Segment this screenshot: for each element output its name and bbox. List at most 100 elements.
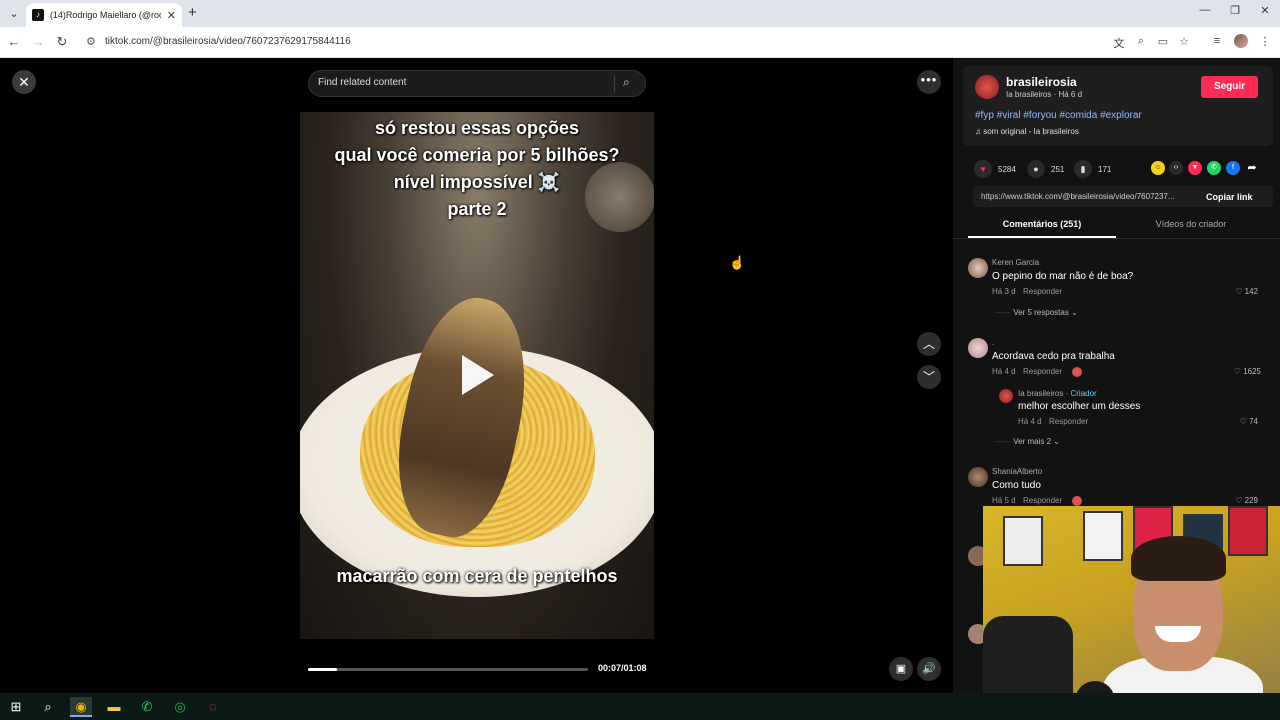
- reply-likes[interactable]: ♡ 74: [1208, 417, 1258, 426]
- comment-text: O pepino do mar não é de boa?: [992, 271, 1134, 282]
- person-hair: [1131, 536, 1226, 581]
- comment-time: Há 5 d: [992, 496, 1016, 505]
- mouse-cursor-icon: ☝: [729, 255, 746, 270]
- tab-list-chevron-icon[interactable]: ⌄: [5, 5, 23, 23]
- share-link[interactable]: https://www.tiktok.com/@brasileirosia/vi…: [981, 192, 1196, 201]
- video-progress-bar[interactable]: [308, 668, 588, 671]
- url-text[interactable]: tiktok.com/@brasileirosia/video/76072376…: [105, 36, 351, 47]
- play-icon[interactable]: [462, 355, 494, 395]
- wall-poster: [1083, 511, 1123, 561]
- tab-close-icon[interactable]: ✕: [167, 9, 176, 22]
- sound-line[interactable]: ♫ som original - Ia brasileiros: [975, 127, 1079, 136]
- media-queue-icon[interactable]: ≡: [1210, 35, 1224, 47]
- forward-arrow-icon[interactable]: →: [30, 34, 46, 49]
- whatsapp-taskbar-icon[interactable]: ✆: [136, 697, 158, 717]
- share-arrow-icon[interactable]: ➦: [1245, 161, 1259, 175]
- view-more-replies-button[interactable]: —— Ver mais 2 ⌄: [995, 437, 1060, 446]
- windows-start-icon[interactable]: ⊞: [5, 697, 27, 717]
- comment-user[interactable]: .: [992, 338, 994, 347]
- video-caption-line-2: qual você comeria por 5 bilhões?: [334, 145, 620, 165]
- emoji-share-icon[interactable]: ☺: [1151, 161, 1165, 175]
- hashtags[interactable]: #fyp #viral #foryou #comida #explorar: [975, 110, 1142, 121]
- profile-avatar[interactable]: [1234, 34, 1248, 48]
- tab-comments[interactable]: Comentários (251): [968, 219, 1116, 229]
- bookmark-icon: ▮: [1074, 160, 1092, 178]
- next-video-chevron-down-icon[interactable]: ﹀: [917, 365, 941, 389]
- send-icon[interactable]: ▼: [1188, 161, 1202, 175]
- creator-liked-avatar: [1072, 367, 1082, 377]
- reply-avatar[interactable]: [999, 389, 1013, 403]
- comment-likes[interactable]: ♡ 1625: [1211, 367, 1261, 376]
- restore-icon[interactable]: ❐: [1220, 4, 1250, 17]
- wall-poster: [1228, 506, 1268, 556]
- zoom-icon[interactable]: ⌕: [1134, 35, 1148, 48]
- back-arrow-icon[interactable]: ←: [6, 34, 22, 49]
- window-close-icon[interactable]: ✕: [1250, 4, 1280, 17]
- follow-button[interactable]: Seguir: [1201, 76, 1258, 98]
- taskbar-search-icon[interactable]: ⌕: [37, 697, 59, 717]
- whatsapp-icon[interactable]: ✆: [1207, 161, 1221, 175]
- tab-creator-videos[interactable]: Vídeos do criador: [1117, 219, 1265, 229]
- translate-icon[interactable]: 文: [1112, 35, 1126, 51]
- reply-button[interactable]: Responder: [1023, 367, 1062, 376]
- comment-stat[interactable]: ● 251: [1027, 160, 1064, 178]
- reload-icon[interactable]: ↻: [54, 34, 70, 50]
- windows-taskbar: ⊞ ⌕ ◉ ▬ ✆ ◎ ◌: [0, 693, 1280, 720]
- search-input[interactable]: [318, 77, 608, 88]
- heart-icon: ♥: [974, 160, 992, 178]
- copy-link-button[interactable]: Copiar link: [1206, 192, 1253, 202]
- heart-outline-icon: ♡: [1233, 367, 1244, 376]
- video-player[interactable]: só restou essas opções qual você comeria…: [300, 112, 654, 639]
- browser-menu-icon[interactable]: ⋮: [1258, 35, 1272, 48]
- more-options-icon[interactable]: •••: [917, 70, 941, 94]
- file-explorer-icon[interactable]: ▬: [103, 697, 125, 717]
- reply-button[interactable]: Responder: [1023, 287, 1062, 296]
- author-name[interactable]: brasileirosia: [1006, 75, 1077, 89]
- app-taskbar-icon[interactable]: ◌: [202, 697, 224, 717]
- close-video-icon[interactable]: ✕: [12, 70, 36, 94]
- floating-player-icon[interactable]: ▣: [889, 657, 913, 681]
- chrome-icon[interactable]: ◉: [70, 697, 92, 717]
- previous-video-chevron-up-icon[interactable]: ︿: [917, 332, 941, 356]
- site-settings-icon[interactable]: ⚙: [86, 35, 96, 48]
- comment-user[interactable]: Keren Garcia: [992, 258, 1039, 267]
- save-stat[interactable]: ▮ 171: [1074, 160, 1111, 178]
- minimize-icon[interactable]: —: [1190, 4, 1220, 16]
- creator-liked-avatar: [1072, 496, 1082, 506]
- new-tab-plus-icon[interactable]: +: [188, 4, 197, 21]
- comment-likes[interactable]: ♡ 142: [1208, 287, 1258, 296]
- bookmark-star-icon[interactable]: ☆: [1177, 35, 1191, 48]
- tab-divider: [953, 238, 1280, 239]
- save-count: 171: [1098, 164, 1112, 174]
- cast-icon[interactable]: ▭: [1156, 35, 1170, 48]
- commenter-avatar[interactable]: [968, 338, 988, 358]
- view-replies-button[interactable]: —— Ver 5 respostas ⌄: [995, 308, 1078, 317]
- embed-code-icon[interactable]: ‹›: [1169, 161, 1183, 175]
- like-count: 5284: [998, 164, 1016, 174]
- chevron-down-icon: ⌄: [1071, 308, 1078, 317]
- browser-tab[interactable]: ♪ (14)Rodrigo Maiellaro (@rodrig ✕: [26, 3, 182, 27]
- sound-name: som original - Ia brasileiros: [983, 127, 1079, 136]
- video-caption-line-4: parte 2: [447, 199, 507, 219]
- commenter-avatar[interactable]: [968, 467, 988, 487]
- author-subtitle: Ia brasileiros · Há 6 d: [1006, 90, 1083, 99]
- author-avatar[interactable]: [975, 75, 999, 99]
- volume-icon[interactable]: 🔊: [917, 657, 941, 681]
- like-stat[interactable]: ♥ 5284: [974, 160, 1016, 178]
- comment-text: Como tudo: [992, 480, 1041, 491]
- reply-time: Há 4 d: [1018, 417, 1042, 426]
- comment-user[interactable]: ShaniaAlberto: [992, 467, 1042, 476]
- heart-outline-icon: ♡: [1239, 417, 1250, 426]
- reply-button[interactable]: Responder: [1049, 417, 1088, 426]
- spotify-icon[interactable]: ◎: [169, 697, 191, 717]
- facebook-icon[interactable]: f: [1226, 161, 1240, 175]
- reply-button[interactable]: Responder: [1023, 496, 1062, 505]
- search-bar: ⌕: [308, 70, 646, 97]
- comment-likes[interactable]: ♡ 229: [1208, 496, 1258, 505]
- search-icon[interactable]: ⌕: [623, 75, 630, 90]
- commenter-avatar[interactable]: [968, 258, 988, 278]
- reply-user[interactable]: Ia brasileiros · Criador: [1018, 389, 1097, 398]
- comment-like-count: 142: [1244, 287, 1258, 296]
- view-more-label: Ver mais 2: [1013, 437, 1052, 446]
- comment-like-count: 1625: [1243, 367, 1261, 376]
